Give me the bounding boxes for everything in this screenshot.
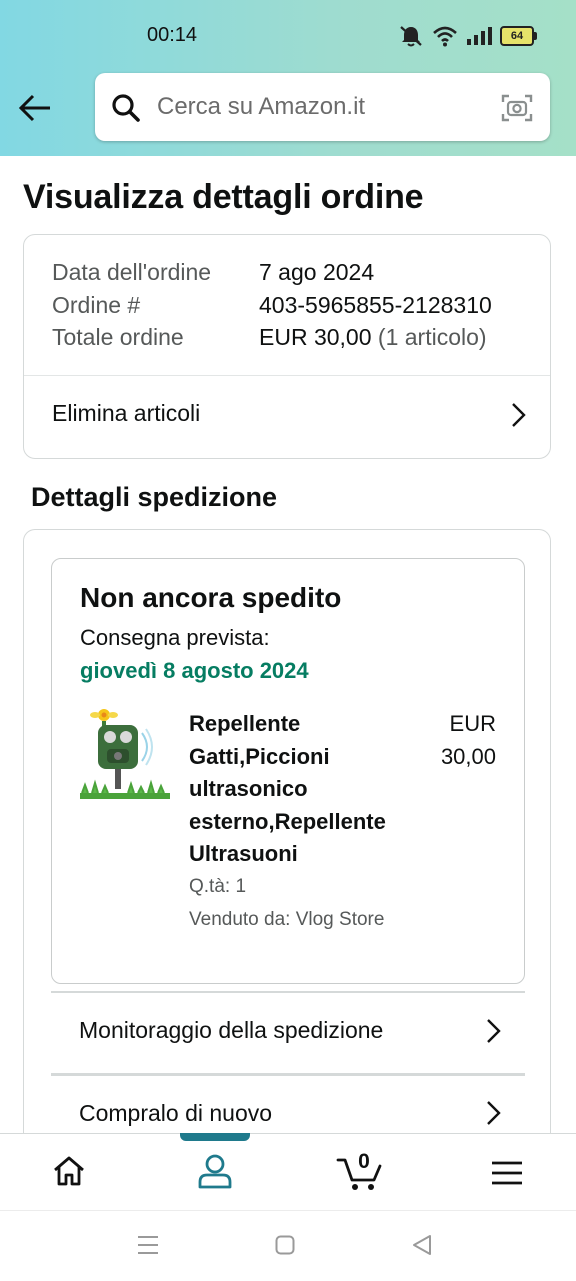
chevron-right-icon bbox=[485, 1100, 501, 1131]
bottom-nav bbox=[0, 1133, 576, 1211]
product-title[interactable]: Repellente Gatti,Piccioni ultrasonico es… bbox=[189, 708, 417, 871]
status-time: 00:14 bbox=[147, 24, 198, 46]
buy-again-label: Compralo di nuovo bbox=[79, 1100, 273, 1126]
product-image[interactable] bbox=[80, 703, 170, 799]
order-date-value: 7 ago 2024 bbox=[259, 259, 375, 285]
page-title: Visualizza dettagli ordine bbox=[23, 178, 424, 216]
recents-icon[interactable] bbox=[137, 1234, 159, 1261]
remove-items-label: Elimina articoli bbox=[52, 400, 201, 426]
search-bar[interactable] bbox=[95, 73, 550, 141]
order-total-amount: EUR 30,00 bbox=[259, 324, 372, 350]
search-icon[interactable] bbox=[111, 93, 141, 128]
track-shipment-row[interactable]: Monitoraggio della spedizione bbox=[51, 993, 525, 1073]
order-summary-card: Data dell'ordine 7 ago 2024 Ordine # 403… bbox=[23, 234, 551, 459]
mute-icon bbox=[398, 24, 424, 48]
menu-icon[interactable] bbox=[491, 1160, 523, 1191]
section-title-shipping: Dettagli spedizione bbox=[31, 482, 278, 512]
order-number-value: 403-5965855-2128310 bbox=[259, 292, 492, 318]
product-price: EUR 30,00 bbox=[440, 711, 496, 769]
order-number-label: Ordine # bbox=[52, 292, 141, 318]
battery-icon: 64 bbox=[500, 26, 537, 46]
product-quantity: Q.tà: 1 bbox=[189, 876, 247, 897]
buy-again-row[interactable]: Compralo di nuovo bbox=[51, 1076, 525, 1133]
account-icon[interactable] bbox=[197, 1153, 233, 1194]
chevron-right-icon bbox=[485, 1018, 501, 1049]
product-seller: Venduto da: Vlog Store bbox=[189, 909, 385, 930]
home-icon[interactable] bbox=[52, 1155, 86, 1192]
delivery-date: giovedì 8 agosto 2024 bbox=[80, 658, 309, 683]
track-shipment-label: Monitoraggio della spedizione bbox=[79, 1017, 384, 1043]
wifi-icon bbox=[432, 25, 458, 47]
app-header: 00:14 64 bbox=[0, 0, 576, 156]
chevron-right-icon bbox=[510, 402, 526, 433]
order-total-label: Totale ordine bbox=[52, 324, 184, 350]
back-triangle-icon[interactable] bbox=[412, 1234, 432, 1261]
delivery-label: Consegna prevista: bbox=[80, 625, 270, 650]
order-total-value: EUR 30,00 (1 articolo) bbox=[259, 324, 487, 351]
order-total-items: (1 articolo) bbox=[377, 324, 487, 350]
remove-items-row[interactable]: Elimina articoli bbox=[24, 376, 550, 459]
shipment-status: Non ancora spedito bbox=[80, 582, 342, 613]
search-input[interactable] bbox=[157, 87, 477, 127]
camera-scan-icon[interactable] bbox=[501, 93, 533, 128]
status-icons: 64 bbox=[398, 22, 537, 50]
signal-icon bbox=[466, 26, 492, 46]
order-date-label: Data dell'ordine bbox=[52, 259, 212, 285]
back-arrow-icon[interactable] bbox=[16, 88, 56, 128]
cart-count: 0 bbox=[358, 1150, 370, 1173]
active-tab-indicator bbox=[180, 1133, 250, 1141]
home-square-icon[interactable] bbox=[275, 1235, 295, 1260]
